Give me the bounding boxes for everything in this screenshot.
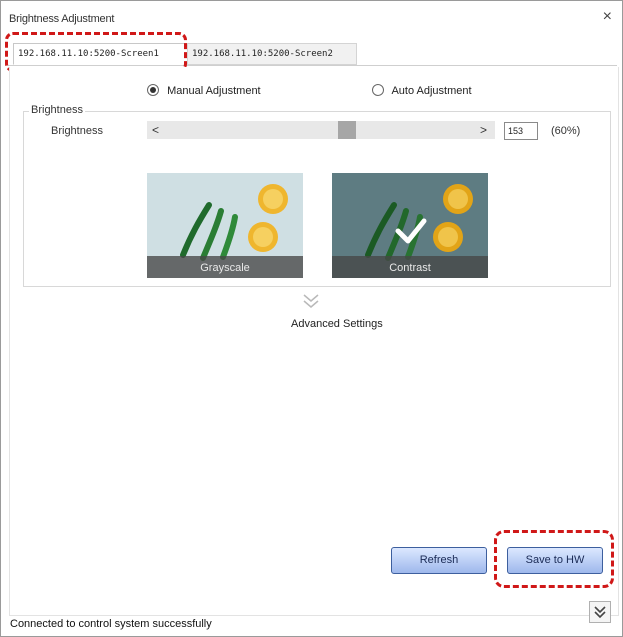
double-chevron-down-icon[interactable]	[301, 291, 321, 311]
brightness-slider[interactable]	[147, 121, 495, 139]
screen-tabs: 192.168.11.10:5200-Screen1 192.168.11.10…	[7, 41, 617, 66]
preset-contrast[interactable]: Contrast	[332, 173, 488, 278]
status-text: Connected to control system successfully	[10, 618, 212, 630]
advanced-settings-label[interactable]: Advanced Settings	[291, 318, 383, 330]
preset-contrast-label: Contrast	[332, 256, 488, 278]
refresh-button[interactable]: Refresh	[391, 547, 487, 574]
slider-right-arrow-icon[interactable]: >	[480, 121, 487, 139]
brightness-percent: (60%)	[551, 125, 581, 137]
expand-panel-button[interactable]	[589, 601, 611, 623]
auto-radio[interactable]	[372, 84, 384, 96]
save-to-hw-button[interactable]: Save to HW	[507, 547, 603, 574]
tab-screen1[interactable]: 192.168.11.10:5200-Screen1	[13, 43, 191, 65]
preset-grayscale-label: Grayscale	[147, 256, 303, 278]
auto-label: Auto Adjustment	[391, 85, 472, 97]
brightness-row-label: Brightness	[51, 125, 103, 137]
brightness-group-label: Brightness	[29, 104, 85, 116]
close-icon[interactable]: ×	[603, 9, 612, 25]
manual-label: Manual Adjustment	[167, 85, 261, 97]
double-chevron-down-icon	[594, 606, 606, 619]
auto-adjustment-option[interactable]: Auto Adjustment	[372, 84, 472, 100]
preset-grayscale[interactable]: Grayscale	[147, 173, 303, 278]
slider-left-arrow-icon[interactable]: <	[152, 121, 159, 139]
window-title: Brightness Adjustment	[9, 13, 115, 25]
brightness-value-input[interactable]: 153	[504, 122, 538, 140]
manual-radio[interactable]	[147, 84, 159, 96]
manual-adjustment-option[interactable]: Manual Adjustment	[147, 84, 261, 100]
tab-screen2[interactable]: 192.168.11.10:5200-Screen2	[187, 43, 357, 65]
slider-thumb[interactable]	[338, 121, 356, 139]
brightness-adjustment-window: Brightness Adjustment × 192.168.11.10:52…	[0, 0, 623, 637]
title-bar: Brightness Adjustment ×	[1, 1, 622, 31]
